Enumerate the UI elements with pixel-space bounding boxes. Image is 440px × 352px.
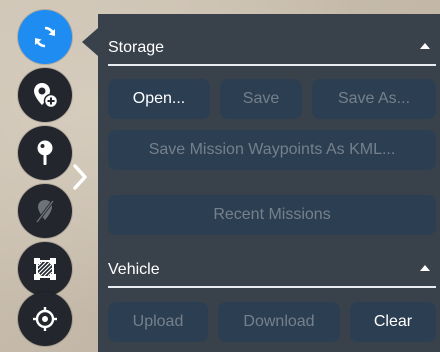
pin-icon bbox=[37, 140, 53, 165]
pin-tool-button[interactable] bbox=[18, 126, 72, 180]
save-kml-button[interactable]: Save Mission Waypoints As KML... bbox=[108, 130, 436, 170]
vehicle-section-header[interactable]: Vehicle bbox=[108, 256, 436, 284]
save-button[interactable]: Save bbox=[220, 79, 302, 119]
pattern-tool-button[interactable] bbox=[18, 184, 72, 238]
vehicle-divider bbox=[108, 286, 436, 288]
polygon-tool-button[interactable] bbox=[18, 242, 72, 296]
add-waypoint-tool-button[interactable] bbox=[18, 68, 72, 122]
sync-tool-button[interactable] bbox=[18, 10, 72, 64]
storage-title: Storage bbox=[108, 39, 165, 56]
panel-pointer bbox=[82, 28, 98, 56]
collapse-caret-icon[interactable] bbox=[420, 43, 430, 49]
storage-divider bbox=[108, 64, 436, 66]
open-button[interactable]: Open... bbox=[108, 79, 210, 119]
download-button[interactable]: Download bbox=[218, 302, 340, 342]
upload-button[interactable]: Upload bbox=[108, 302, 208, 342]
chevron-right-icon[interactable] bbox=[70, 162, 90, 192]
storage-section-header[interactable]: Storage bbox=[108, 34, 436, 62]
center-tool-button[interactable] bbox=[18, 292, 72, 346]
save-as-button[interactable]: Save As... bbox=[312, 79, 436, 119]
clear-button[interactable]: Clear bbox=[350, 302, 436, 342]
pattern-icon bbox=[35, 200, 55, 223]
vehicle-title: Vehicle bbox=[108, 261, 160, 278]
recent-missions-button[interactable]: Recent Missions bbox=[108, 195, 436, 235]
collapse-caret-icon[interactable] bbox=[420, 265, 430, 271]
center-target-icon bbox=[33, 307, 57, 331]
plan-panel: Storage Open... Save Save As... Save Mis… bbox=[98, 14, 440, 352]
sync-icon bbox=[35, 26, 55, 48]
add-waypoint-icon bbox=[34, 83, 59, 109]
polygon-icon bbox=[34, 258, 56, 280]
